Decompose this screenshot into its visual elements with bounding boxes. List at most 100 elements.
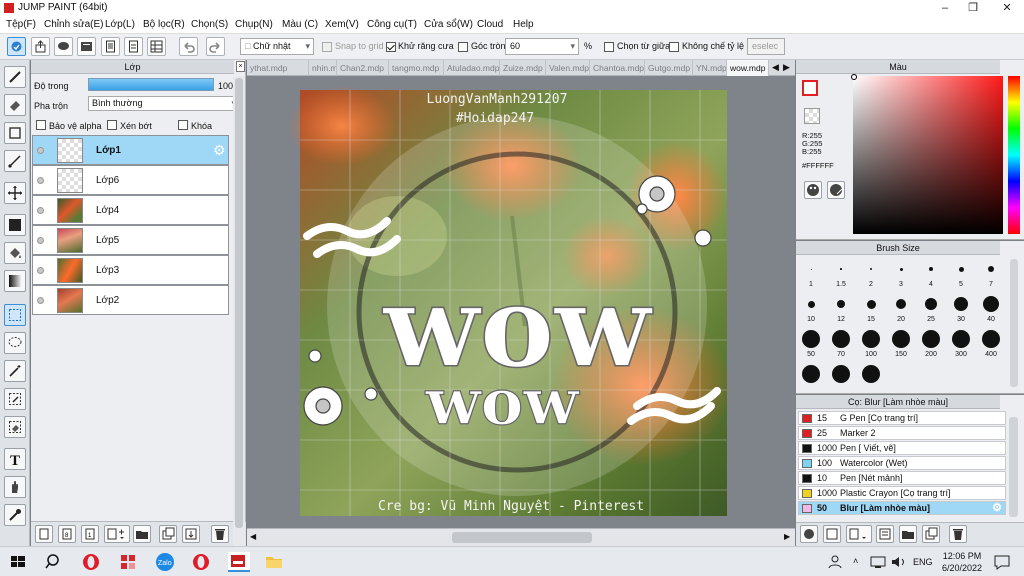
opera-icon[interactable] xyxy=(81,552,103,572)
layer-visibility-icon[interactable] xyxy=(37,297,44,304)
canvas-area[interactable]: wow wow LuongVanManh291207 #Hoidap247 Cr… xyxy=(247,76,795,528)
volume-icon[interactable] xyxy=(889,552,911,572)
tab-nhin[interactable]: nhin.mdp xyxy=(309,60,337,76)
brush-size-option[interactable]: 5 xyxy=(947,259,975,288)
brush-list-scrollbar[interactable] xyxy=(1009,417,1018,517)
tab-scroll-left-icon[interactable]: ◀ xyxy=(772,62,779,73)
brush-size-option[interactable]: 4 xyxy=(917,259,945,288)
close-button[interactable]: ✕ xyxy=(992,0,1022,16)
search-icon[interactable] xyxy=(44,552,66,572)
brush-size-option[interactable]: 3 xyxy=(887,259,915,288)
maximize-button[interactable]: ❐ xyxy=(958,0,988,16)
panel-close-icon[interactable]: × xyxy=(236,61,245,72)
brush-size-option[interactable]: 30 xyxy=(947,294,975,323)
merge-layer-icon[interactable] xyxy=(182,525,200,543)
deselect-button[interactable]: eselec xyxy=(747,38,785,55)
hue-slider[interactable] xyxy=(1008,76,1020,234)
add-layer-menu-icon[interactable] xyxy=(104,525,130,543)
layer-visibility-icon[interactable] xyxy=(37,237,44,244)
duplicate-layer-icon[interactable] xyxy=(159,525,177,543)
tab-yn[interactable]: YN.mdp xyxy=(693,60,727,76)
tab-gutgo[interactable]: Gutgo.mdp xyxy=(645,60,693,76)
new-layer-1bit-icon[interactable]: 1 xyxy=(81,525,99,543)
rect-select-tool-icon[interactable] xyxy=(4,304,26,326)
new-layer-icon[interactable] xyxy=(35,525,53,543)
antialias-checkbox[interactable] xyxy=(386,42,396,52)
select-tool-icon[interactable] xyxy=(7,37,26,56)
brush-size-option[interactable]: 100 xyxy=(857,329,885,358)
round-corner-checkbox[interactable] xyxy=(458,42,468,52)
file-explorer-icon[interactable] xyxy=(264,552,286,572)
brush-item[interactable]: 15 G Pen [Cọ trang trí] xyxy=(798,411,1006,425)
panel-icon[interactable] xyxy=(77,37,96,56)
language-indicator[interactable]: ENG xyxy=(913,557,933,567)
brush-size-scrollbar[interactable] xyxy=(1010,259,1018,387)
eyedropper-tool-icon[interactable] xyxy=(4,504,26,526)
shape-tool-icon[interactable] xyxy=(4,122,26,144)
app-red-icon[interactable] xyxy=(118,552,140,572)
brush-add-menu-icon[interactable] xyxy=(846,525,872,543)
tab-chantoa[interactable]: Chantoa.mdp xyxy=(590,60,645,76)
brush-size-option[interactable]: 1.5 xyxy=(827,259,855,288)
menu-edit[interactable]: Chỉnh sửa(E) xyxy=(44,19,104,30)
brush-size-option[interactable] xyxy=(827,364,855,386)
brush-add-icon[interactable] xyxy=(800,525,818,543)
jump-paint-taskbar-icon[interactable] xyxy=(228,552,250,572)
clip-checkbox[interactable] xyxy=(107,120,117,130)
gradient-tool-icon[interactable] xyxy=(4,270,26,292)
center-select-checkbox[interactable] xyxy=(604,42,614,52)
export-icon[interactable] xyxy=(31,37,50,56)
canvas-scroll-thumb[interactable] xyxy=(452,532,592,543)
tab-chan2[interactable]: Chan2.mdp xyxy=(337,60,389,76)
opacity-slider[interactable] xyxy=(88,78,214,91)
blend-select[interactable]: Bình thường▾ xyxy=(88,96,240,111)
brush-settings-gear-icon[interactable]: ⚙ xyxy=(992,502,1002,514)
brush-item[interactable]: 50 Blur [Làm nhòe màu] ⚙ xyxy=(798,501,1006,515)
layer-row-lop4[interactable]: Lớp4 xyxy=(32,195,229,225)
layer-row-lop3[interactable]: Lớp3 xyxy=(32,255,229,285)
zalo-icon[interactable]: Zalo xyxy=(155,552,177,572)
undo-icon[interactable] xyxy=(179,37,198,56)
magic-wand-tool-icon[interactable] xyxy=(4,360,26,382)
hand-tool-icon[interactable] xyxy=(4,476,26,498)
layer-row-lop6[interactable]: Lớp6 xyxy=(32,165,229,195)
brush-delete-icon[interactable] xyxy=(949,525,967,543)
layer-row-lop5[interactable]: Lớp5 xyxy=(32,225,229,255)
brush-size-option[interactable]: 15 xyxy=(857,294,885,323)
brush-settings-icon[interactable] xyxy=(823,525,841,543)
menu-help[interactable]: Help xyxy=(513,19,534,30)
fill-rect-tool-icon[interactable] xyxy=(4,214,26,236)
shape-select[interactable]: □ Chữ nhật ▾ xyxy=(240,38,314,55)
saturation-value-picker[interactable] xyxy=(853,76,1003,234)
tray-overflow-icon[interactable]: ˄ xyxy=(853,556,858,566)
grid-icon[interactable] xyxy=(147,37,166,56)
clock-time[interactable]: 12:06 PM xyxy=(942,551,982,561)
protect-alpha-checkbox[interactable] xyxy=(36,120,46,130)
layer-visibility-icon[interactable] xyxy=(37,147,44,154)
tab-zuize[interactable]: Zuize.mdp xyxy=(500,60,546,76)
brush-folder-icon[interactable] xyxy=(899,525,917,543)
primary-color-swatch[interactable] xyxy=(802,80,818,96)
brush-size-option[interactable]: 7 xyxy=(977,259,1005,288)
brush-size-option[interactable]: 50 xyxy=(797,329,825,358)
speech-icon[interactable] xyxy=(54,37,73,56)
menu-capture[interactable]: Chụp(N) xyxy=(235,19,273,30)
menu-cloud[interactable]: Cloud xyxy=(477,19,503,30)
brush-size-option[interactable]: 20 xyxy=(887,294,915,323)
brush-size-option[interactable]: 25 xyxy=(917,294,945,323)
select-eraser-tool-icon[interactable] xyxy=(4,416,26,438)
menu-view[interactable]: Xem(V) xyxy=(325,19,359,30)
tab-atuladao[interactable]: Atuladao.mdp xyxy=(444,60,500,76)
palette-edit-icon[interactable] xyxy=(827,181,845,199)
brush-size-option[interactable] xyxy=(857,364,885,386)
network-icon[interactable] xyxy=(868,552,890,572)
menu-tools[interactable]: Công cụ(T) xyxy=(367,19,417,30)
move-tool-icon[interactable] xyxy=(4,182,26,204)
scroll-right-icon[interactable]: ▶ xyxy=(784,532,790,541)
brush-size-option[interactable]: 70 xyxy=(827,329,855,358)
brush-item[interactable]: 1000 Pen [ Viết, vẽ] xyxy=(798,441,1006,455)
lasso-tool-icon[interactable] xyxy=(4,332,26,354)
tab-tangmo[interactable]: tangmo.mdp xyxy=(389,60,444,76)
new-layer-8bit-icon[interactable]: 8 xyxy=(58,525,76,543)
clock-date[interactable]: 6/20/2022 xyxy=(940,563,984,573)
